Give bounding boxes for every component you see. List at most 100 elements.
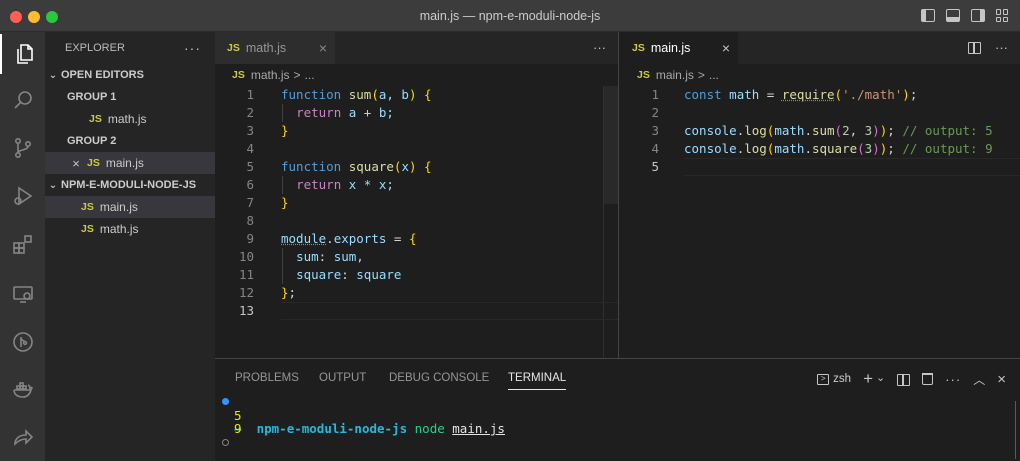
title-bar: main.js — npm-e-moduli-node-js <box>0 0 1020 32</box>
more-actions-button[interactable]: ··· <box>945 372 961 387</box>
command-decoration-icon[interactable] <box>222 438 229 446</box>
docker-icon[interactable] <box>0 370 45 410</box>
shell-name: zsh <box>833 373 852 385</box>
source-control-icon[interactable] <box>0 128 45 168</box>
code-line: 7} <box>215 194 618 212</box>
close-tab-icon[interactable]: × <box>319 40 327 56</box>
customize-layout-icon[interactable] <box>996 9 1010 22</box>
file-label: main.js <box>99 200 138 214</box>
line-number: 2 <box>651 105 659 120</box>
window-title: main.js — npm-e-moduli-node-js <box>419 9 601 23</box>
line-number: 13 <box>238 303 254 318</box>
toggle-secondary-sidebar-icon[interactable] <box>971 9 985 22</box>
remote-explorer-icon[interactable] <box>0 274 45 314</box>
tab-label: main.js <box>650 41 691 55</box>
breadcrumb-symbol[interactable]: ... <box>305 68 315 82</box>
panel-tab-bar: PROBLEMS OUTPUT DEBUG CONSOLE TERMINAL >… <box>215 359 1020 395</box>
editor-tab-bar: JS main.js × ··· <box>620 32 1020 64</box>
open-editors-label: OPEN EDITORS <box>61 69 144 81</box>
project-folder-label: NPM-E-MODULI-NODE-JS <box>61 179 197 191</box>
open-editor-item-main-js[interactable]: × JS main.js <box>45 152 215 174</box>
file-item-main-js[interactable]: JS main.js <box>45 196 215 218</box>
code-line: 5 function square(x) { <box>215 158 618 176</box>
open-editor-item-math-js[interactable]: JS math.js <box>45 108 215 130</box>
explorer-icon[interactable] <box>0 34 45 74</box>
tab-output[interactable]: OUTPUT <box>319 372 366 384</box>
extensions-icon[interactable] <box>0 224 45 264</box>
trash-icon[interactable] <box>922 373 934 385</box>
explorer-more-actions-button[interactable]: ··· <box>184 40 201 56</box>
breadcrumb: JS main.js > ... <box>620 64 1020 86</box>
code-line: 4 <box>215 140 618 158</box>
chevron-down-icon[interactable]: ⌄ <box>876 371 885 384</box>
code-line: 3} <box>215 122 618 140</box>
line-number: 9 <box>246 231 254 246</box>
split-terminal-icon[interactable] <box>897 374 911 386</box>
tab-debug-console[interactable]: DEBUG CONSOLE <box>389 372 489 384</box>
live-share-icon[interactable] <box>0 418 45 458</box>
open-editors-section[interactable]: ⌄ OPEN EDITORS <box>45 64 215 86</box>
editor-actions: ··· <box>593 40 606 55</box>
tab-problems[interactable]: PROBLEMS <box>235 372 299 384</box>
close-tab-icon[interactable]: × <box>722 40 730 56</box>
project-folder-section[interactable]: ⌄ NPM-E-MODULI-NODE-JS <box>45 174 215 196</box>
line-number: 5 <box>651 159 659 174</box>
js-file-icon: JS <box>81 223 94 235</box>
bottom-panel: PROBLEMS OUTPUT DEBUG CONSOLE TERMINAL >… <box>215 358 1020 461</box>
run-debug-icon[interactable] <box>0 176 45 216</box>
line-number: 11 <box>238 267 254 282</box>
explorer-sidebar: EXPLORER ··· ⌄ OPEN EDITORS GROUP 1 JS m… <box>45 32 215 461</box>
breadcrumb-symbol[interactable]: ... <box>709 68 719 82</box>
terminal-shell-selector[interactable]: > zsh <box>817 373 851 385</box>
chevron-down-icon: ⌄ <box>48 179 58 191</box>
js-file-icon: JS <box>81 201 94 213</box>
tab-label: math.js <box>245 41 287 55</box>
git-graph-icon[interactable] <box>0 322 45 362</box>
breadcrumb-file[interactable]: main.js <box>656 68 694 82</box>
group-label: GROUP 1 <box>67 91 117 103</box>
search-icon[interactable] <box>0 80 45 120</box>
code-area[interactable]: 1 function sum(a, b) { 2 return a + b; 3}… <box>215 86 618 358</box>
terminal[interactable]: → npm-e-moduli-node-js node main.js 5 9 … <box>215 395 1020 461</box>
editor-group-2: JS main.js × ··· JS main.js > ... 1 const… <box>620 32 1020 358</box>
terminal-line: → npm-e-moduli-node-js <box>215 436 1020 450</box>
open-editors-group-1[interactable]: GROUP 1 <box>45 86 215 108</box>
line-number: 8 <box>246 213 254 228</box>
file-label: math.js <box>99 222 139 236</box>
breadcrumb: JS math.js > ... <box>215 64 618 86</box>
close-editor-icon[interactable]: × <box>69 156 83 171</box>
breadcrumb-file[interactable]: math.js <box>251 68 290 82</box>
more-actions-button[interactable]: ··· <box>995 40 1008 55</box>
tab-main-js[interactable]: JS main.js × <box>620 32 738 64</box>
open-editors-group-2[interactable]: GROUP 2 <box>45 130 215 152</box>
line-number: 3 <box>246 123 254 138</box>
code-line: 11 square: square <box>215 266 618 284</box>
line-number: 5 <box>246 159 254 174</box>
js-file-icon: JS <box>89 113 102 125</box>
code-line: 5 <box>620 158 1020 176</box>
activity-bar <box>0 32 45 461</box>
tab-terminal[interactable]: TERMINAL <box>508 372 567 390</box>
group-label: GROUP 2 <box>67 135 117 147</box>
terminal-line: 5 <box>234 407 242 423</box>
new-terminal-button[interactable]: + <box>863 369 873 389</box>
file-item-math-js[interactable]: JS math.js <box>45 218 215 240</box>
command-decoration-icon[interactable] <box>222 398 229 405</box>
split-editor-icon[interactable] <box>968 42 981 54</box>
terminal-line: → npm-e-moduli-node-js node main.js <box>215 395 1020 435</box>
code-line: 1 function sum(a, b) { <box>215 86 618 104</box>
chevron-down-icon: ⌄ <box>48 69 58 81</box>
code-line: 6 return x * x; <box>215 176 618 194</box>
code-area[interactable]: 1 const math = require('./math'); 2 3 cons… <box>620 86 1020 358</box>
editor-group-1: JS math.js × ··· JS math.js > ... 1 funct… <box>215 32 619 358</box>
breadcrumb-separator: > <box>293 68 301 82</box>
close-panel-icon[interactable]: × <box>997 371 1006 388</box>
tab-math-js[interactable]: JS math.js × <box>215 32 335 64</box>
open-editor-label: main.js <box>105 156 144 170</box>
toggle-panel-icon[interactable] <box>946 9 960 22</box>
line-number: 6 <box>246 177 254 192</box>
more-actions-button[interactable]: ··· <box>593 40 606 55</box>
maximize-panel-icon[interactable]: ︿ <box>973 371 985 388</box>
toggle-primary-sidebar-icon[interactable] <box>921 9 935 22</box>
explorer-title: EXPLORER <box>65 42 125 54</box>
